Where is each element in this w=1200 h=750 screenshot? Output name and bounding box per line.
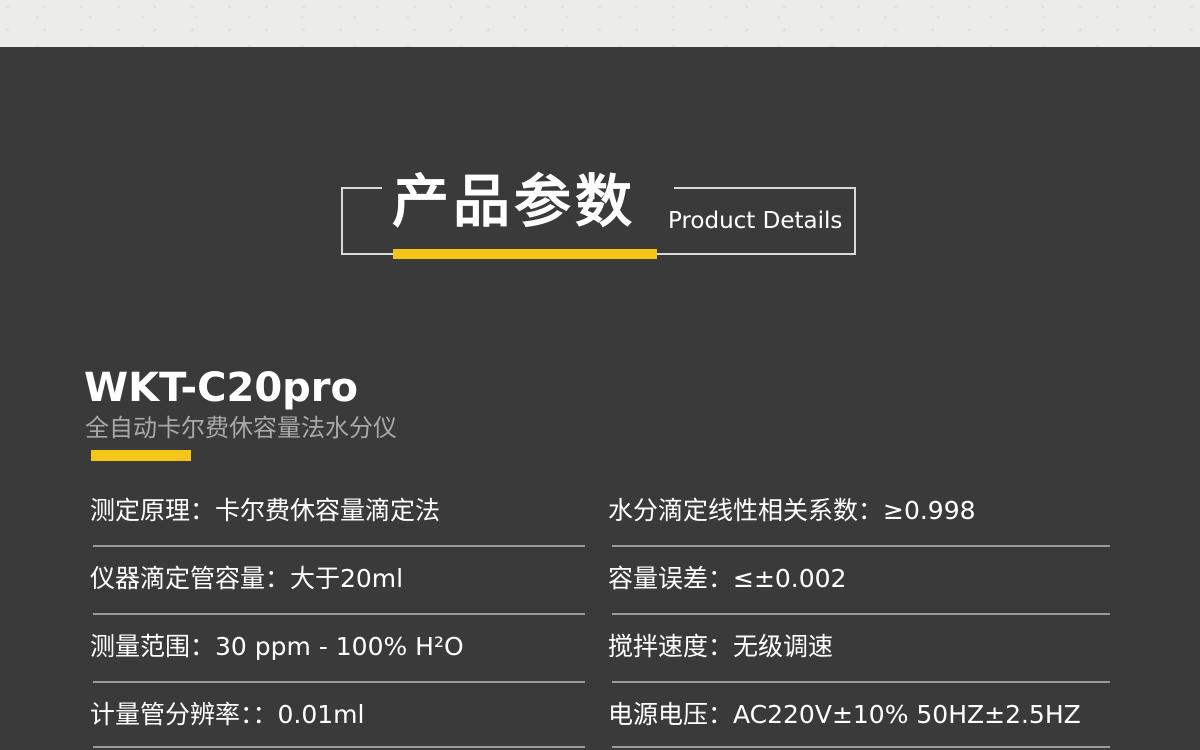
heading-accent-bar xyxy=(393,249,657,259)
product-subtitle: 全自动卡尔费休容量法水分仪 xyxy=(85,414,397,442)
top-texture-strip xyxy=(0,0,1200,47)
spec-left-3: 测量范围：30 ppm - 100% H²O xyxy=(90,632,464,661)
spec-right-3: 搅拌速度：无级调速 xyxy=(608,632,834,661)
spec-divider xyxy=(612,545,1110,547)
spec-divider xyxy=(93,613,585,615)
spec-right-2: 容量误差：≤±0.002 xyxy=(608,564,847,593)
spec-left-1: 测定原理：卡尔费休容量滴定法 xyxy=(90,496,441,525)
product-model: WKT-C20pro xyxy=(84,365,358,411)
spec-left-4: 计量管分辨率：：0.01ml xyxy=(90,700,365,729)
section-title-cn: 产品参数 xyxy=(392,169,636,235)
spec-divider xyxy=(612,681,1110,683)
spec-right-1: 水分滴定线性相关系数：≥0.998 xyxy=(608,496,976,525)
section-title-en: Product Details xyxy=(668,208,843,234)
spec-left-2: 仪器滴定管容量：大于20ml xyxy=(90,564,404,593)
spec-divider xyxy=(93,681,585,683)
spec-divider xyxy=(93,746,585,748)
spec-divider xyxy=(612,613,1110,615)
spec-divider xyxy=(93,545,585,547)
spec-divider xyxy=(612,746,1110,748)
model-accent-bar xyxy=(91,450,191,461)
spec-right-4: 电源电压：AC220V±10% 50HZ±2.5HZ xyxy=(608,700,1081,729)
